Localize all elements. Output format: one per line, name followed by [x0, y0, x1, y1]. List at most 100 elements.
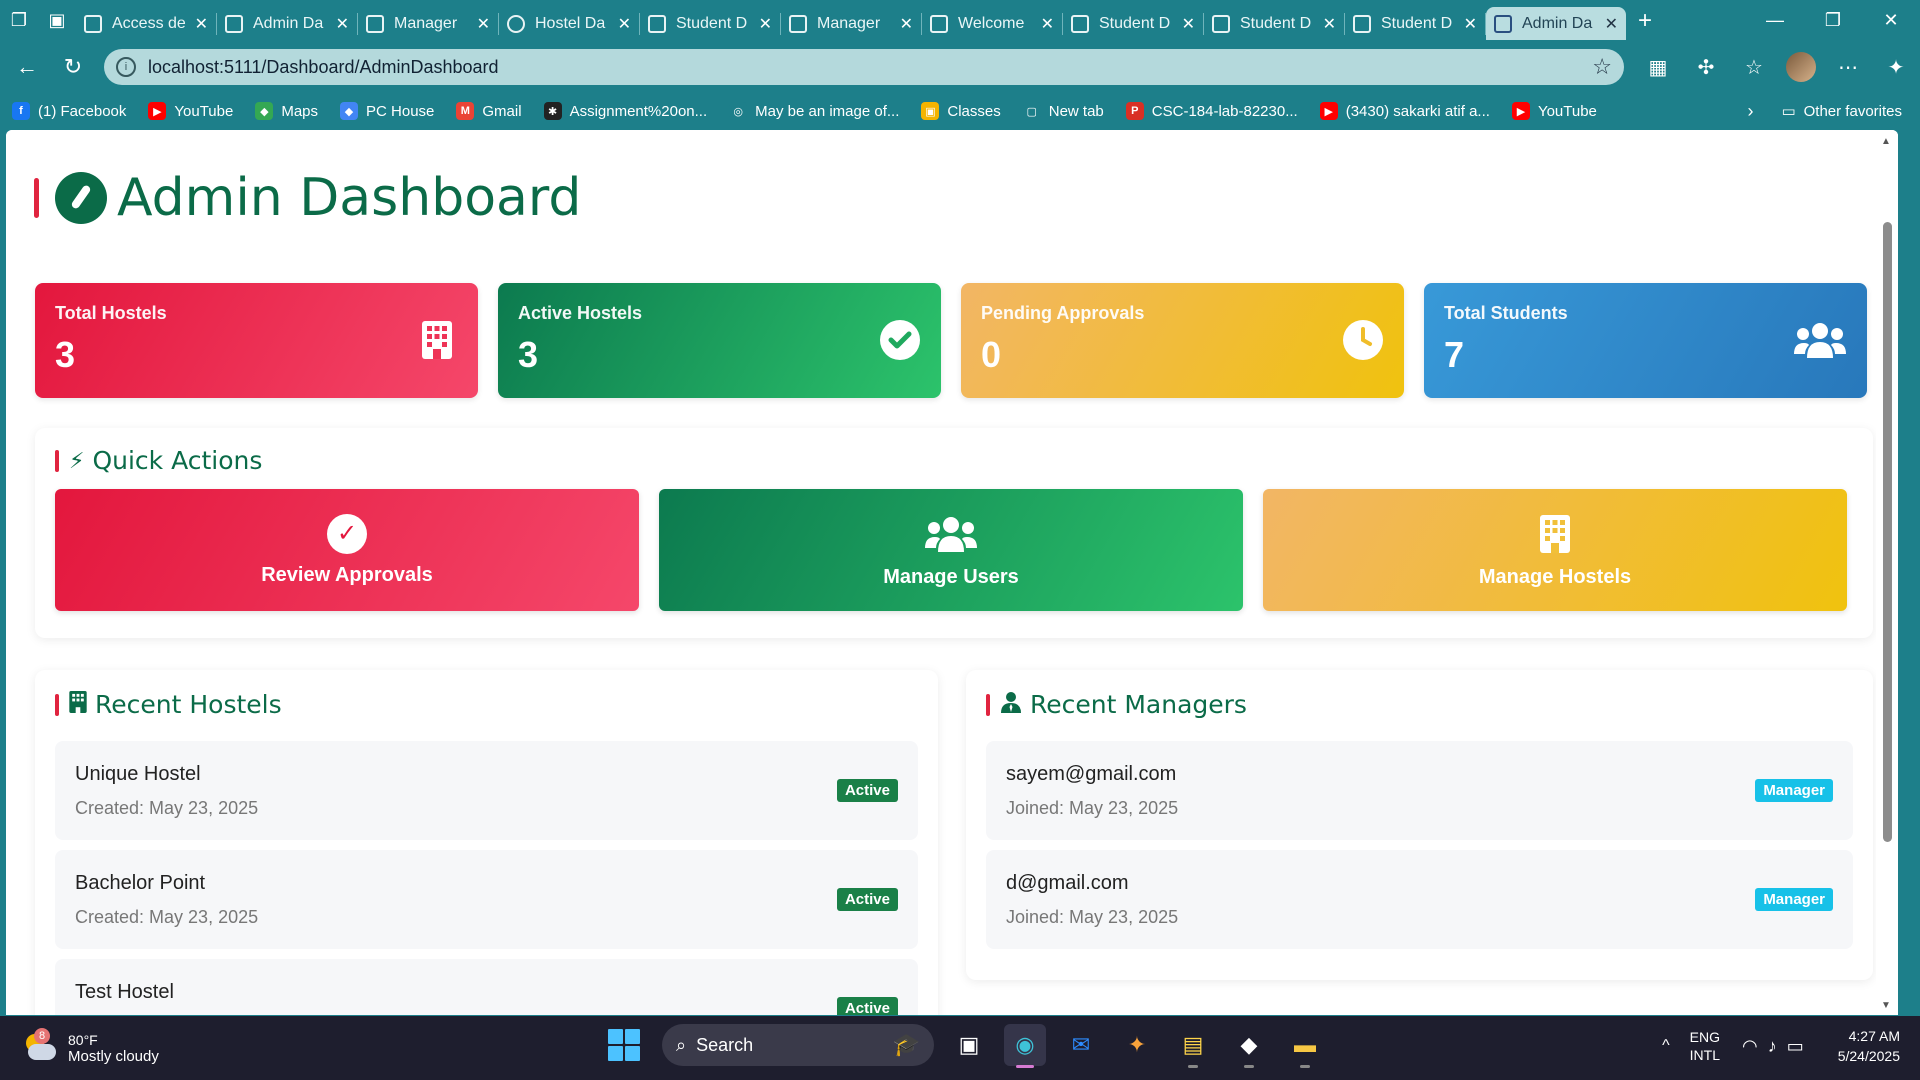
wifi-volume-battery-icons[interactable]: ◠♪▭ [1742, 1036, 1814, 1057]
bookmark-item[interactable]: ◆ Maps [255, 102, 318, 120]
manage-hostels-button[interactable]: Manage Hostels [1263, 489, 1847, 611]
sticky-notes-icon[interactable]: ▤ [1172, 1024, 1214, 1068]
split-screen-icon[interactable]: ▦ [1642, 55, 1674, 80]
browser-tab[interactable]: Student D ✕ [1063, 7, 1203, 40]
page-scrollbar[interactable]: ▲ ▼ [1876, 130, 1898, 1015]
messenger-icon[interactable]: ✉ [1060, 1024, 1102, 1066]
weather-widget[interactable]: 8 80°F Mostly cloudy [22, 1028, 159, 1065]
bookmark-label: PC House [366, 102, 435, 120]
back-button[interactable]: ← [4, 54, 50, 80]
review-approvals-button[interactable]: ✓ Review Approvals [55, 489, 639, 611]
close-window-button[interactable]: ✕ [1862, 10, 1920, 31]
refresh-button[interactable]: ↻ [50, 54, 96, 80]
page-icon [1353, 14, 1371, 33]
page-icon [930, 14, 948, 33]
terminal-icon[interactable]: ◆ [1228, 1024, 1270, 1068]
browser-tab[interactable]: Welcome ✕ [922, 7, 1062, 40]
stat-card-total-hostels: Total Hostels 3 [35, 283, 478, 398]
stat-label: Pending Approvals [981, 303, 1145, 323]
clock[interactable]: 4:27 AM 5/24/2025 [1838, 1026, 1900, 1066]
browser-toolbar: ▦ ✣ ☆ ⋯ ✦ [1642, 52, 1912, 82]
taskbar-apps: ⌕ Search 🎓 ▣ ◉ ✉ ✦ ▤ ◆ ▬ [608, 1024, 1326, 1068]
copilot-icon[interactable]: ✦ [1116, 1024, 1158, 1066]
bookmark-item[interactable]: M Gmail [456, 102, 522, 120]
site-info-icon[interactable]: i [116, 57, 136, 77]
taskbar-search[interactable]: ⌕ Search 🎓 [662, 1024, 934, 1066]
workspaces-icon[interactable]: ❐ [0, 0, 38, 41]
maximize-button[interactable]: ❐ [1804, 10, 1862, 31]
browser-tab[interactable]: Admin Da ✕ [1486, 7, 1626, 40]
bookmark-favicon-icon: ▣ [921, 102, 940, 120]
close-icon[interactable]: ✕ [1182, 14, 1195, 34]
browser-tab[interactable]: Student D ✕ [1204, 7, 1344, 40]
stat-value: 7 [1444, 334, 1465, 375]
tab-title: Student D [1240, 14, 1312, 32]
bookmark-item[interactable]: ▢ New tab [1022, 102, 1104, 120]
stat-card-active-hostels: Active Hostels 3 [498, 283, 941, 398]
browser-tab[interactable]: Manager ✕ [781, 7, 921, 40]
browser-tab[interactable]: Manager ✕ [358, 7, 498, 40]
profile-avatar[interactable] [1786, 52, 1816, 82]
status-badge: Active [836, 888, 898, 911]
chevron-up-icon[interactable]: ^ [1662, 1037, 1670, 1055]
url-text[interactable]: localhost:5111/Dashboard/AdminDashboard [148, 57, 1592, 78]
tab-strip: Access de ✕ Admin Da ✕ Manager ✕ Hostel Da ✕ Stu… [76, 1, 1626, 40]
minimize-button[interactable]: — [1746, 10, 1804, 31]
close-icon[interactable]: ✕ [336, 14, 349, 34]
close-icon[interactable]: ✕ [195, 14, 208, 34]
bookmark-item[interactable]: ▣ Classes [921, 102, 1001, 120]
browser-tab[interactable]: Student D ✕ [640, 7, 780, 40]
browser-tab[interactable]: Access de ✕ [76, 7, 216, 40]
favorites-icon[interactable]: ☆ [1738, 55, 1770, 80]
bookmark-item[interactable]: ◆ PC House [340, 102, 434, 120]
windows-taskbar: 8 80°F Mostly cloudy ⌕ Search 🎓 ▣ ◉ ✉ ✦ … [0, 1016, 1920, 1080]
manager-joined-date: Joined: May 23, 2025 [1006, 798, 1179, 818]
scrollbar-thumb[interactable] [1883, 222, 1892, 842]
more-options-icon[interactable]: ⋯ [1832, 55, 1864, 80]
copilot-icon[interactable]: ✦ [1880, 55, 1912, 80]
role-badge: Manager [1755, 779, 1833, 802]
new-tab-button[interactable]: + [1626, 0, 1664, 41]
close-icon[interactable]: ✕ [1464, 14, 1477, 34]
browser-tab[interactable]: Admin Da ✕ [217, 7, 357, 40]
bookmark-item[interactable]: f (1) Facebook [12, 102, 126, 120]
bookmark-favicon-icon: ◎ [729, 102, 748, 120]
bookmark-item[interactable]: ◎ May be an image of... [729, 102, 899, 120]
language-indicator[interactable]: ENG INTL [1690, 1028, 1720, 1064]
close-icon[interactable]: ✕ [1323, 14, 1336, 34]
bookmark-item[interactable]: ▶ YouTube [148, 102, 233, 120]
manager-email: d@gmail.com [1006, 872, 1129, 894]
bookmark-item[interactable]: P CSC-184-lab-82230... [1125, 102, 1298, 120]
other-favorites-link[interactable]: Other favorites [1804, 103, 1902, 120]
search-icon: ⌕ [676, 1034, 687, 1055]
list-item: Unique Hostel Created: May 23, 2025 Acti… [55, 741, 918, 840]
file-explorer-icon[interactable]: ▬ [1284, 1024, 1326, 1068]
favorite-star-icon[interactable]: ☆ [1592, 54, 1612, 80]
close-icon[interactable]: ✕ [618, 14, 631, 34]
close-icon[interactable]: ✕ [759, 14, 772, 34]
task-view-icon[interactable]: ▣ [948, 1024, 990, 1066]
tab-actions-icon[interactable]: ▣ [38, 0, 76, 41]
manager-email: sayem@gmail.com [1006, 763, 1177, 785]
page-icon [366, 14, 384, 33]
chevron-right-icon[interactable]: › [1747, 101, 1753, 122]
manage-users-button[interactable]: Manage Users [659, 489, 1243, 611]
bookmark-item[interactable]: ✱ Assignment%20on... [543, 102, 707, 120]
edge-browser-icon[interactable]: ◉ [1004, 1024, 1046, 1068]
scroll-down-icon[interactable]: ▼ [1881, 1000, 1891, 1011]
close-icon[interactable]: ✕ [1041, 14, 1054, 34]
browser-tab[interactable]: Student D ✕ [1345, 7, 1485, 40]
stat-card-total-students: Total Students 7 [1424, 283, 1867, 398]
extensions-icon[interactable]: ✣ [1690, 55, 1722, 80]
bookmark-item[interactable]: ▶ (3430) sakarki atif a... [1319, 102, 1490, 120]
scroll-up-icon[interactable]: ▲ [1881, 136, 1891, 147]
browser-tab[interactable]: Hostel Da ✕ [499, 7, 639, 40]
windows-start-icon[interactable] [608, 1029, 640, 1061]
hostel-name: Test Hostel [75, 981, 174, 1003]
hostel-name: Bachelor Point [75, 872, 206, 894]
close-icon[interactable]: ✕ [900, 14, 913, 34]
close-icon[interactable]: ✕ [1605, 14, 1618, 34]
bookmark-item[interactable]: ▶ YouTube [1511, 102, 1597, 120]
close-icon[interactable]: ✕ [477, 14, 490, 34]
address-bar[interactable]: i localhost:5111/Dashboard/AdminDashboar… [104, 49, 1624, 85]
